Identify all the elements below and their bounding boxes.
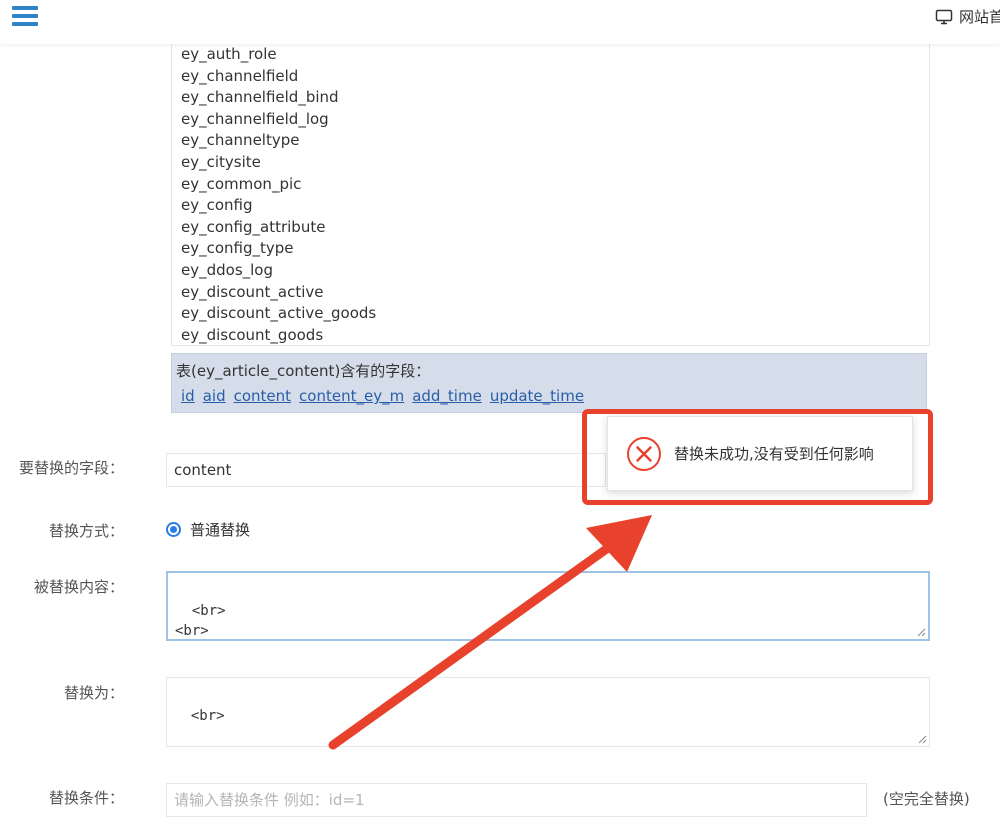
field-link-content[interactable]: content bbox=[234, 387, 291, 405]
condition-hint: (空完全替换) bbox=[883, 790, 970, 808]
error-circle-x-icon bbox=[627, 436, 661, 471]
table-list-item[interactable]: ey_common_pic bbox=[181, 174, 929, 196]
monitor-icon bbox=[935, 9, 953, 24]
replace-field-label: 要替换的字段： bbox=[18, 459, 124, 477]
table-list-item[interactable]: ey_citysite bbox=[181, 152, 929, 174]
condition-placeholder: 请输入替换条件 例如：id=1 bbox=[174, 791, 365, 809]
replace-with-textarea[interactable]: <br> bbox=[166, 677, 930, 747]
condition-label: 替换条件： bbox=[48, 789, 124, 807]
table-list-item[interactable]: ey_channelfield_bind bbox=[181, 87, 929, 109]
table-list[interactable]: ey_auth_role ey_channelfield ey_channelfie… bbox=[171, 30, 930, 346]
table-list-item[interactable]: ey_config_type bbox=[181, 238, 929, 260]
replace-with-value: <br> bbox=[190, 708, 225, 724]
table-list-item[interactable]: ey_channelfield bbox=[181, 66, 929, 88]
table-list-item[interactable]: ey_discount_active_goods bbox=[181, 303, 929, 325]
replace-field-input[interactable]: content bbox=[166, 453, 606, 487]
table-list-item[interactable]: ey_config_attribute bbox=[181, 217, 929, 239]
resize-handle-icon[interactable] bbox=[917, 628, 926, 637]
site-link-label: 网站首 bbox=[959, 8, 1000, 26]
hamburger-menu-icon[interactable] bbox=[12, 6, 38, 28]
field-link-aid[interactable]: aid bbox=[203, 387, 226, 405]
field-link-update_time[interactable]: update_time bbox=[490, 387, 584, 405]
table-list-item[interactable]: ey_config bbox=[181, 195, 929, 217]
error-toast-message: 替换未成功,没有受到任何影响 bbox=[674, 445, 874, 463]
table-list-item[interactable]: ey_discount_active bbox=[181, 282, 929, 304]
table-field-links: id aid content content_ey_m add_time update_t… bbox=[176, 387, 926, 405]
top-bar: 网站首 bbox=[0, 0, 1000, 44]
resize-handle-icon[interactable] bbox=[918, 735, 927, 744]
replaced-content-textarea[interactable]: <br> <br> bbox=[166, 571, 930, 641]
table-list-item[interactable]: ey_channelfield_log bbox=[181, 109, 929, 131]
field-link-content_ey_m[interactable]: content_ey_m bbox=[299, 387, 404, 405]
replace-mode-normal-radio[interactable]: 普通替换 bbox=[166, 519, 250, 540]
condition-input[interactable]: 请输入替换条件 例如：id=1 bbox=[166, 783, 867, 817]
table-list-item[interactable]: ey_discount_goods bbox=[181, 325, 929, 345]
error-toast: 替换未成功,没有受到任何影响 bbox=[607, 416, 913, 491]
radio-checked-icon bbox=[166, 522, 181, 537]
table-list-item[interactable]: ey_channeltype bbox=[181, 130, 929, 152]
replace-mode-label: 替换方式： bbox=[48, 522, 124, 540]
replace-with-label: 替换为： bbox=[63, 684, 124, 702]
replace-mode-option-label: 普通替换 bbox=[190, 521, 251, 539]
table-list-item[interactable]: ey_auth_role bbox=[181, 44, 929, 66]
replaced-content-label: 被替换内容： bbox=[33, 578, 124, 596]
replaced-content-value: <br> <br> bbox=[175, 603, 226, 639]
table-fields-title: 表(ey_article_content)含有的字段： bbox=[176, 362, 431, 380]
site-home-link[interactable]: 网站首 bbox=[935, 6, 1000, 27]
field-link-add_time[interactable]: add_time bbox=[412, 387, 482, 405]
table-list-item[interactable]: ey_ddos_log bbox=[181, 260, 929, 282]
table-list-items: ey_auth_role ey_channelfield ey_channelfie… bbox=[172, 31, 929, 345]
table-fields-box: 表(ey_article_content)含有的字段： id aid content… bbox=[171, 353, 927, 413]
field-link-id[interactable]: id bbox=[181, 387, 195, 405]
